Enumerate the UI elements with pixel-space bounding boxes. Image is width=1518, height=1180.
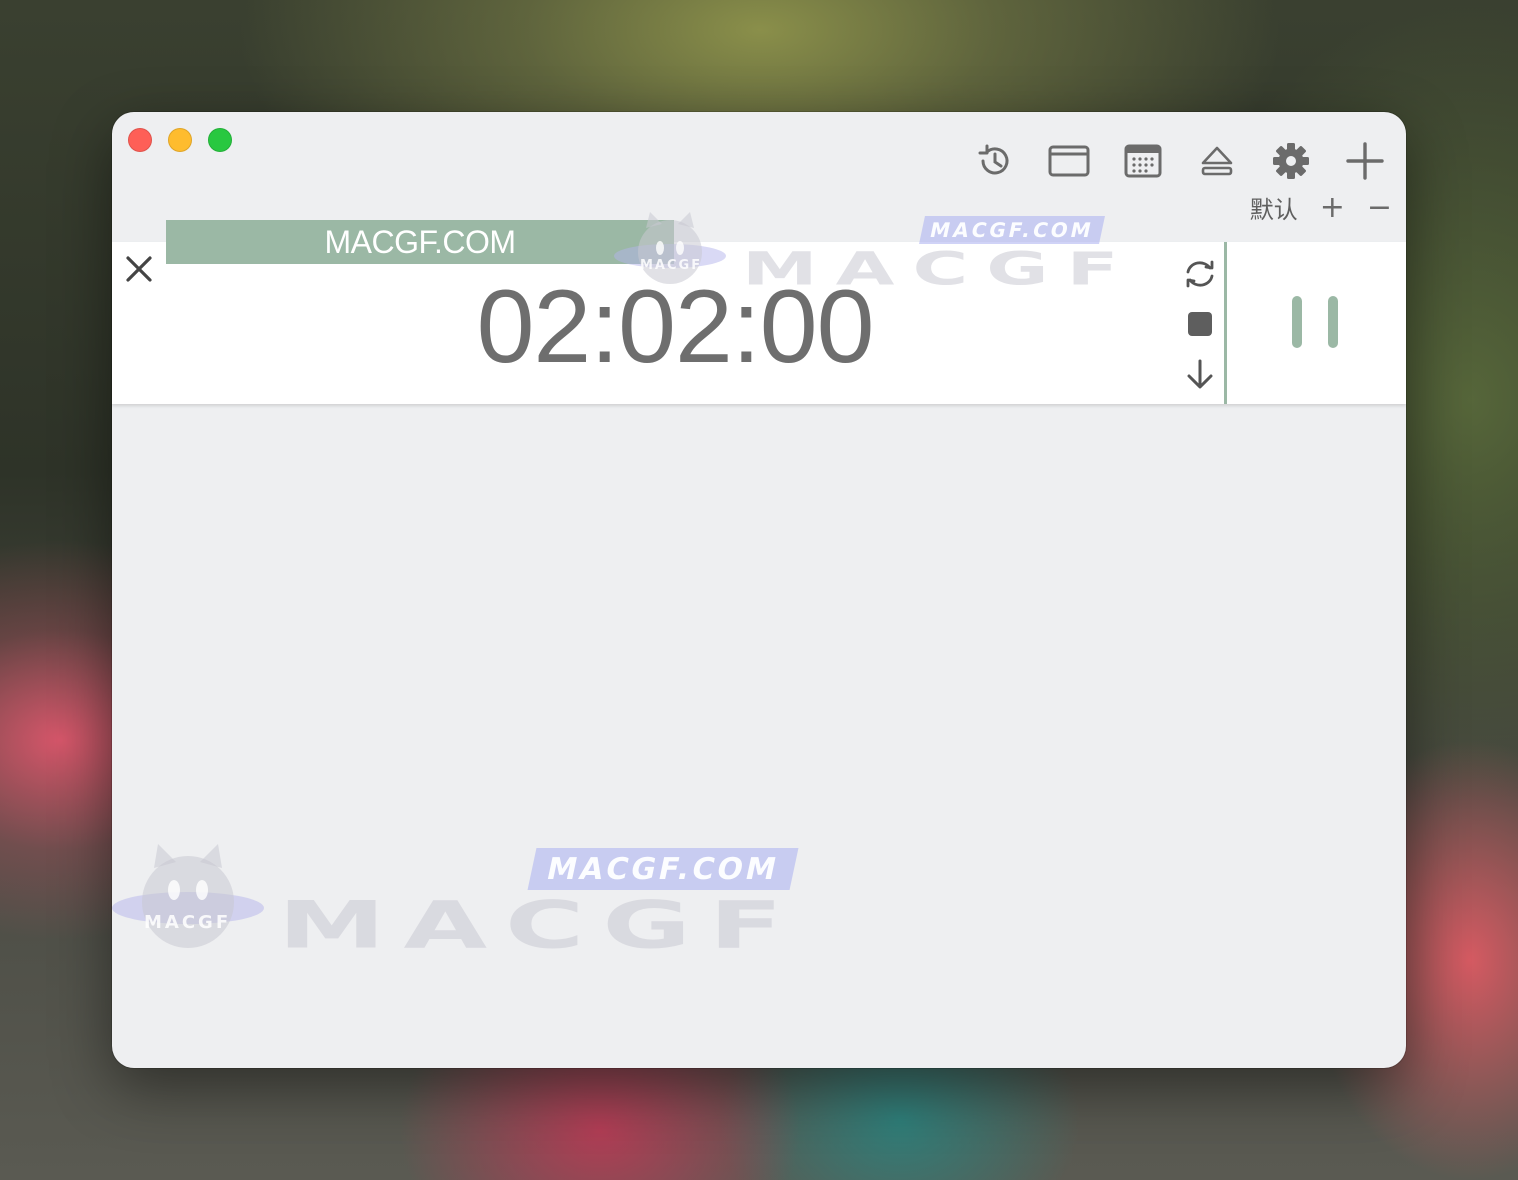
calendar-icon (1124, 144, 1162, 178)
watermark-tag-bottom: MACGF.COM (527, 848, 799, 890)
profile-add-button[interactable]: + (1320, 192, 1345, 223)
reset-button[interactable] (1182, 256, 1218, 292)
history-button[interactable] (974, 140, 1016, 182)
window-mode-button[interactable] (1048, 140, 1090, 182)
gear-icon (1273, 143, 1309, 179)
calendar-button[interactable] (1122, 140, 1164, 182)
accent-divider (1224, 242, 1227, 404)
mascot-watermark-text: MACGF (144, 912, 232, 933)
profile-row: 默认 + − (1250, 190, 1392, 225)
eject-icon (1201, 146, 1233, 176)
profile-label[interactable]: 默认 (1250, 190, 1298, 225)
stop-button[interactable] (1182, 306, 1218, 342)
arrow-down-icon (1187, 359, 1213, 389)
stop-icon (1188, 312, 1212, 336)
pause-button[interactable] (1282, 296, 1348, 350)
window-close-button[interactable] (128, 128, 152, 152)
toolbar (974, 140, 1386, 182)
plus-icon (1346, 142, 1384, 180)
timer-app-window: 默认 + − MACGF.COM 02:02:00 MACGF MACGF.CO… (112, 112, 1406, 1068)
window-zoom-button[interactable] (208, 128, 232, 152)
refresh-icon (1186, 260, 1214, 288)
watermark-tag-top: MACGF.COM (919, 216, 1105, 244)
mascot-watermark-icon (112, 844, 264, 948)
timer-display: 02:02:00 (476, 269, 875, 385)
move-down-button[interactable] (1182, 356, 1218, 392)
watermark-bottom: MACGF MACGF.COM MACGF (112, 840, 812, 970)
timer-label[interactable]: MACGF.COM (166, 220, 674, 264)
window-icon (1048, 145, 1090, 177)
timer-side-controls (1180, 256, 1220, 392)
traffic-lights (128, 128, 232, 152)
settings-button[interactable] (1270, 140, 1312, 182)
eject-button[interactable] (1196, 140, 1238, 182)
add-timer-button[interactable] (1344, 140, 1386, 182)
watermark-big-bottom: MACGF (278, 888, 801, 963)
window-minimize-button[interactable] (168, 128, 192, 152)
timer-row: MACGF.COM 02:02:00 (112, 220, 1406, 404)
history-icon (978, 144, 1009, 175)
profile-remove-button[interactable]: − (1367, 192, 1392, 223)
